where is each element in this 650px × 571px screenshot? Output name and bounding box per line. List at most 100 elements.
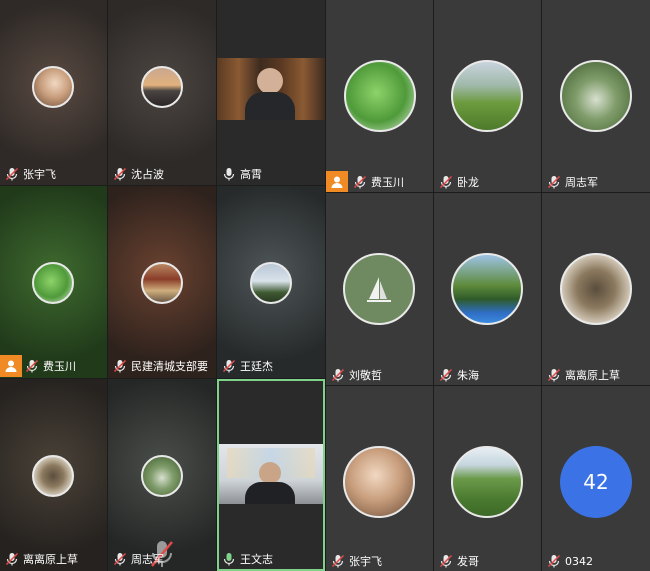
participant-name: 张宇飞 [349, 555, 382, 568]
microphone-icon [222, 359, 236, 373]
participant-name: 费玉川 [43, 360, 76, 373]
avatar [32, 66, 74, 108]
microphone-icon [331, 368, 345, 382]
avatar [451, 60, 523, 132]
microphone-icon [113, 359, 127, 373]
video-grid: 张宇飞 沈占波 高霄 费玉川 卧龙 周志军 费玉川 民建清城支部要 王廷杰 刘敬… [0, 0, 650, 571]
participant-label: 刘敬哲 [330, 367, 382, 383]
avatar [141, 262, 183, 304]
microphone-icon [223, 168, 235, 181]
avatar [141, 455, 183, 497]
microphone-icon [5, 552, 19, 566]
participant-label: 离离原上草 [4, 551, 78, 567]
participant-number-avatar: 42 [560, 446, 632, 518]
microphone-icon [547, 554, 561, 568]
participant-label: 卧龙 [438, 174, 479, 190]
user-icon [5, 360, 17, 372]
participant-name: 周志军 [131, 553, 164, 566]
participant-label: 发哥 [438, 553, 479, 569]
person-body [245, 92, 295, 120]
participant-label: 高霄 [221, 166, 262, 182]
microphone-icon [25, 359, 39, 373]
microphone-icon [5, 167, 19, 181]
avatar [344, 60, 416, 132]
participant-name: 朱海 [457, 369, 479, 382]
participant-name: 王廷杰 [240, 360, 273, 373]
user-icon [331, 176, 343, 188]
microphone-icon [113, 552, 127, 566]
participant-label: 周志军 [546, 174, 598, 190]
participant-label: 离离原上草 [546, 367, 620, 383]
participant-tile[interactable]: 王廷杰 [217, 186, 325, 378]
participant-name: 费玉川 [371, 176, 404, 189]
participant-name: 离离原上草 [565, 369, 620, 382]
participant-tile[interactable]: 离离原上草 [542, 193, 650, 385]
participant-tile[interactable]: 卧龙 [434, 0, 541, 192]
sailboat-icon [367, 277, 391, 302]
participant-tile[interactable]: 周志军 [108, 379, 216, 571]
participant-name: 刘敬哲 [349, 369, 382, 382]
microphone-active-icon [223, 553, 235, 566]
participant-label: 张宇飞 [330, 553, 382, 569]
participant-tile[interactable]: 费玉川 [0, 186, 107, 378]
participant-label: 民建清城支部要 [112, 358, 208, 374]
participant-tile[interactable]: 民建清城支部要 [108, 186, 216, 378]
microphone-icon [439, 554, 453, 568]
participant-name: 王文志 [240, 553, 273, 566]
participant-name: 民建清城支部要 [131, 360, 208, 373]
participant-name: 0342 [565, 554, 593, 568]
avatar [141, 66, 183, 108]
avatar [451, 446, 523, 518]
participant-label: 王廷杰 [221, 358, 273, 374]
participant-name: 离离原上草 [23, 553, 78, 566]
participant-label: 张宇飞 [4, 166, 56, 182]
participant-name: 沈占波 [131, 168, 164, 181]
participant-label: 王文志 [221, 551, 273, 567]
participant-tile[interactable]: 高霄 [217, 0, 325, 185]
participant-label: 费玉川 [352, 174, 404, 190]
person-body [245, 482, 295, 504]
avatar [451, 253, 523, 325]
participant-tile[interactable]: 费玉川 [326, 0, 433, 192]
person-shape [257, 68, 283, 94]
participant-tile[interactable]: 张宇飞 [0, 0, 107, 185]
participant-label: 0342 [546, 553, 593, 569]
microphone-icon [439, 368, 453, 382]
video-feed [219, 444, 323, 504]
participant-tile[interactable]: 周志军 [542, 0, 650, 192]
avatar [343, 446, 415, 518]
video-feed [217, 58, 325, 120]
participant-tile[interactable]: 刘敬哲 [326, 193, 433, 385]
microphone-icon [547, 368, 561, 382]
avatar [560, 253, 632, 325]
participant-name: 卧龙 [457, 176, 479, 189]
microphone-icon [113, 167, 127, 181]
avatar [250, 262, 292, 304]
participant-tile[interactable]: 张宇飞 [326, 386, 433, 571]
avatar [560, 60, 632, 132]
participant-label: 费玉川 [24, 358, 76, 374]
participant-name: 张宇飞 [23, 168, 56, 181]
host-badge [0, 355, 22, 377]
microphone-icon [353, 175, 367, 189]
participant-name: 发哥 [457, 555, 479, 568]
host-badge [326, 171, 348, 192]
participant-name: 高霄 [240, 168, 262, 181]
participant-label: 周志军 [112, 551, 164, 567]
microphone-icon [331, 554, 345, 568]
participant-tile[interactable]: 42 0342 [542, 386, 650, 571]
avatar-number: 42 [583, 470, 609, 494]
participant-label: 朱海 [438, 367, 479, 383]
participant-label: 沈占波 [112, 166, 164, 182]
participant-tile-active-speaker[interactable]: 王文志 [217, 379, 325, 571]
avatar [32, 455, 74, 497]
microphone-icon [547, 175, 561, 189]
participant-name: 周志军 [565, 176, 598, 189]
participant-tile[interactable]: 发哥 [434, 386, 541, 571]
participant-tile[interactable]: 朱海 [434, 193, 541, 385]
avatar [343, 253, 415, 325]
avatar [32, 262, 74, 304]
participant-tile[interactable]: 沈占波 [108, 0, 216, 185]
participant-tile[interactable]: 离离原上草 [0, 379, 107, 571]
microphone-icon [439, 175, 453, 189]
